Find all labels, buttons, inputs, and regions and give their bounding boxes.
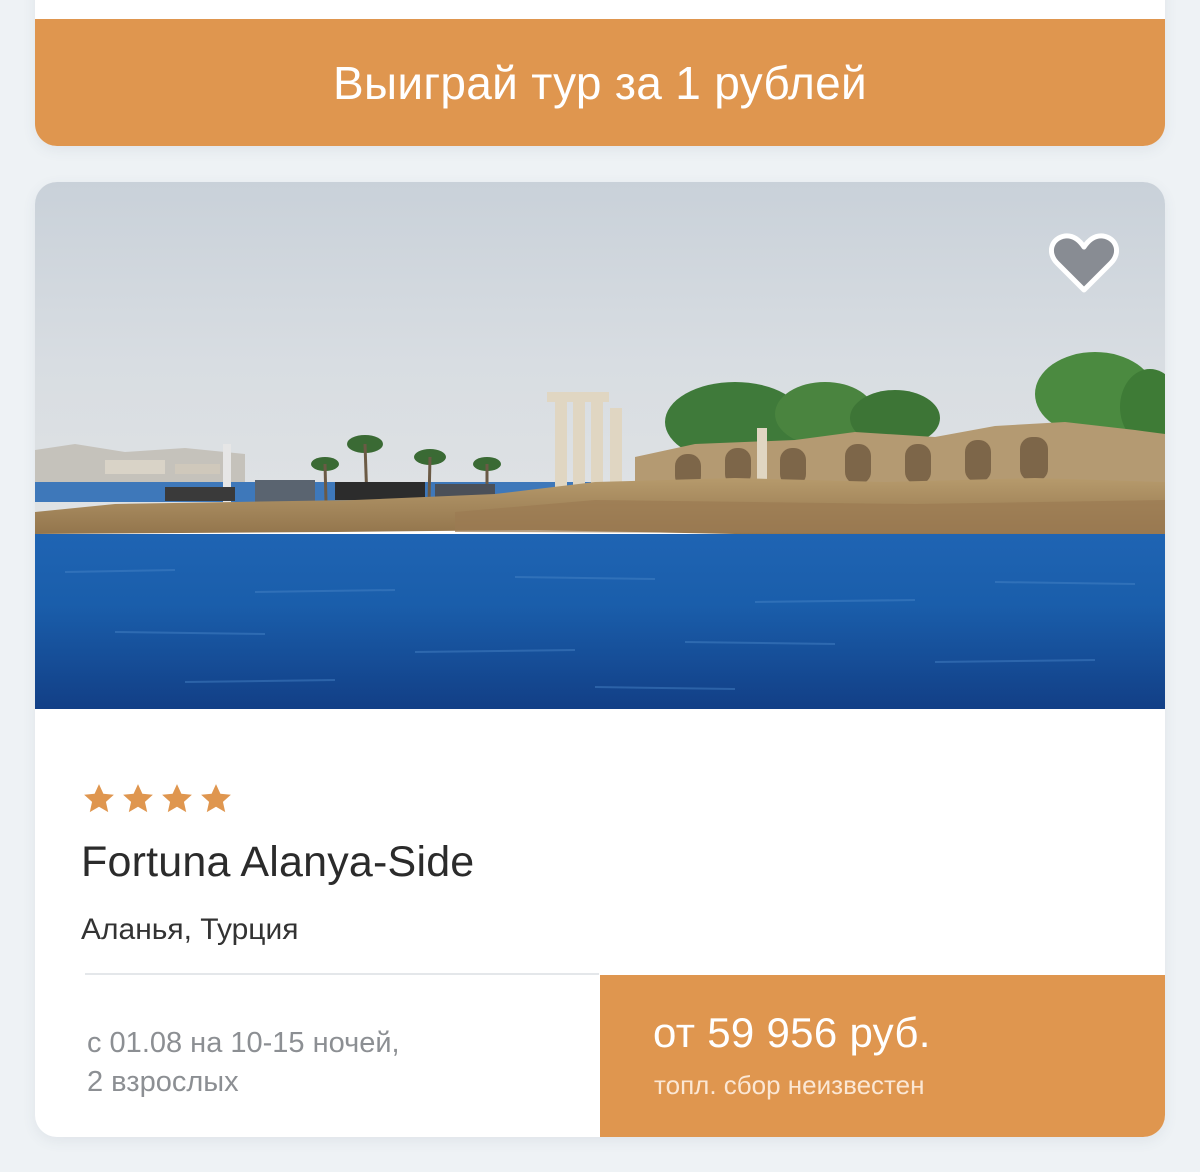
heart-icon: [1048, 233, 1120, 293]
price-button[interactable]: от 59 956 руб. топл. сбор неизвестен: [600, 975, 1165, 1137]
star-icon: [84, 784, 114, 813]
star-icon: [162, 784, 192, 813]
hotel-name[interactable]: Fortuna Alanya-Side: [81, 838, 474, 887]
star-icon: [123, 784, 153, 813]
tour-dates-line: с 01.08 на 10-15 ночей,: [87, 1027, 400, 1059]
divider: [85, 973, 599, 975]
promo-card: Выиграй тур за 1 рублей: [35, 0, 1165, 146]
star-icon: [201, 784, 231, 813]
page: Выиграй тур за 1 рублей Fortuna Alanya-S…: [0, 0, 1200, 1172]
star-rating: [82, 782, 233, 816]
tour-guests-line: 2 взрослых: [87, 1066, 239, 1098]
tour-dates: с 01.08 на 10-15 ночей, 2 взрослых: [87, 1024, 507, 1102]
favorite-button[interactable]: [1048, 232, 1120, 294]
hotel-card[interactable]: Fortuna Alanya-Side Аланья, Турция с 01.…: [35, 182, 1165, 1137]
fuel-surcharge-note: топл. сбор неизвестен: [654, 1070, 925, 1100]
hotel-photo[interactable]: [35, 182, 1165, 709]
price-value: от 59 956 руб.: [653, 1009, 931, 1056]
win-tour-button[interactable]: Выиграй тур за 1 рублей: [35, 19, 1165, 146]
hotel-location: Аланья, Турция: [81, 913, 299, 946]
